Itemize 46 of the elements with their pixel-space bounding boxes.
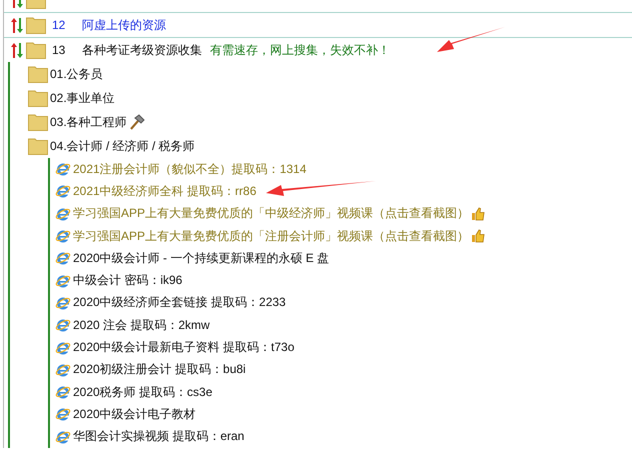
browser-e-icon xyxy=(55,272,71,289)
browser-e-icon xyxy=(55,340,71,356)
thumbs-up-icon xyxy=(471,229,486,244)
resource-link[interactable]: 2020初级注册会计 提取码：bu8i xyxy=(73,361,246,378)
browser-e-icon xyxy=(55,183,71,200)
folder-icon xyxy=(28,114,48,130)
resource-link[interactable]: 华图会计实操视频 提取码：eran xyxy=(73,428,244,446)
folder-note: 有需速存，网上搜集，失效不补！ xyxy=(210,42,390,58)
thumbs-up-icon xyxy=(471,206,486,221)
browser-e-icon xyxy=(55,406,71,422)
resource-link[interactable]: 2020中级经济师全套链接 提取码：2233 xyxy=(73,294,286,312)
folder-title[interactable]: 各种考证考级资源收集 xyxy=(82,42,202,58)
browser-e-icon xyxy=(55,384,71,400)
resource-link[interactable]: 2021中级经济师全科 提取码：rr86 xyxy=(73,182,256,200)
resource-link[interactable]: 学习强国APP上有大量免费优质的「注册会计师」视频课（点击查看截图） xyxy=(73,228,470,245)
folder-title[interactable]: 03.各种工程师 xyxy=(50,114,127,130)
resource-link[interactable]: 2021注册会计师（貌似不全）提取码：1314 xyxy=(73,160,306,178)
folder-icon xyxy=(28,90,48,106)
folder-icon xyxy=(26,42,46,58)
resource-link[interactable]: 2020中级会计电子教材 xyxy=(73,406,196,423)
resource-link[interactable]: 2020中级会计师 - 一个持续更新课程的永硕 E 盘 xyxy=(73,250,330,267)
folder-title[interactable]: 04.会计师 / 经济师 / 税务师 xyxy=(50,138,195,154)
item-number: 12 xyxy=(52,18,66,32)
item-number: 13 xyxy=(52,43,66,57)
hammer-icon xyxy=(128,114,145,130)
folder-icon xyxy=(26,16,46,34)
sort-arrows-icon[interactable] xyxy=(10,16,24,34)
folder-title[interactable]: 02.事业单位 xyxy=(50,90,115,106)
folder-icon xyxy=(28,66,48,82)
browser-e-icon xyxy=(55,228,71,244)
resource-link[interactable]: 中级会计 密码：ik96 xyxy=(73,272,182,290)
browser-e-icon xyxy=(55,294,71,311)
browser-e-icon xyxy=(55,250,71,266)
folder-icon xyxy=(28,138,48,154)
sort-arrows-icon[interactable] xyxy=(10,42,24,58)
resource-link[interactable]: 2020 注会 提取码：2kmw xyxy=(73,316,210,334)
browser-e-icon xyxy=(55,317,71,334)
resource-link[interactable]: 2020税务师 提取码：cs3e xyxy=(73,384,212,401)
resource-link[interactable]: 学习强国APP上有大量免费优质的「中级经济师」视频课（点击查看截图） xyxy=(73,205,470,222)
folder-link[interactable]: 阿虚上传的资源 xyxy=(82,16,166,34)
browser-e-icon xyxy=(55,428,71,445)
folder-title[interactable]: 01.公务员 xyxy=(50,66,103,82)
browser-e-icon xyxy=(55,161,71,178)
resource-link[interactable]: 2020中级会计最新电子资料 提取码：t73o xyxy=(73,339,294,356)
browser-e-icon xyxy=(55,206,71,222)
browser-e-icon xyxy=(55,362,71,378)
